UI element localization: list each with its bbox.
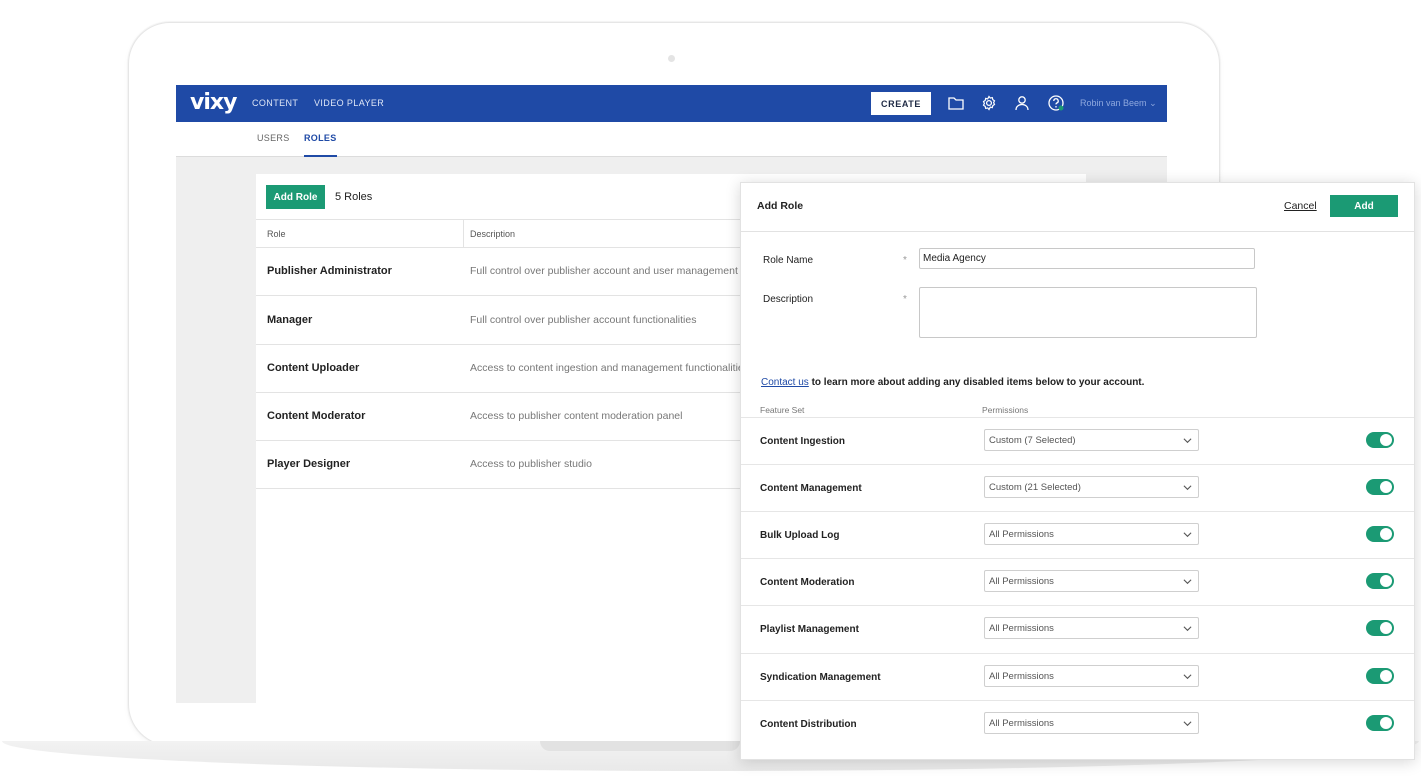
role-name-input[interactable]	[919, 248, 1255, 269]
permission-select[interactable]: All Permissions	[984, 617, 1199, 639]
role-description: Access to content ingestion and manageme…	[470, 362, 750, 374]
user-name: Robin van Beem	[1080, 98, 1147, 108]
permission-value: All Permissions	[989, 671, 1054, 682]
roles-count: 5 Roles	[335, 191, 373, 203]
feature-name: Content Moderation	[760, 577, 855, 588]
feature-toggle[interactable]	[1366, 668, 1394, 684]
permission-value: All Permissions	[989, 718, 1054, 729]
role-name: Manager	[267, 314, 313, 326]
permission-value: All Permissions	[989, 529, 1054, 540]
role-description: Full control over publisher account and …	[470, 265, 750, 277]
feature-name: Bulk Upload Log	[760, 530, 840, 541]
toggle-knob	[1380, 622, 1392, 634]
feature-name: Content Distribution	[760, 719, 857, 730]
feature-row-content-moderation: Content Moderation All Permissions	[741, 558, 1414, 606]
toggle-knob	[1380, 481, 1392, 493]
chevron-down-icon	[1183, 721, 1192, 727]
laptop-camera	[668, 55, 675, 62]
top-navigation-bar: vixy CONTENT VIDEO PLAYER CREATE Robin v…	[176, 85, 1167, 122]
toggle-knob	[1380, 575, 1392, 587]
feature-row-syndication-management: Syndication Management All Permissions	[741, 653, 1414, 701]
feature-row-content-ingestion: Content Ingestion Custom (7 Selected)	[741, 417, 1414, 465]
chevron-down-icon	[1183, 579, 1192, 585]
feature-toggle[interactable]	[1366, 432, 1394, 448]
feature-name: Playlist Management	[760, 624, 859, 635]
permission-value: Custom (7 Selected)	[989, 435, 1076, 446]
add-button[interactable]: Add	[1330, 195, 1398, 217]
user-menu[interactable]: Robin van Beem ⌄	[1080, 98, 1157, 109]
feature-toggle[interactable]	[1366, 715, 1394, 731]
contact-notice-text: to learn more about adding any disabled …	[808, 377, 1145, 388]
column-header-description: Description	[470, 229, 516, 239]
permission-select[interactable]: All Permissions	[984, 523, 1199, 545]
contact-us-link[interactable]: Contact us	[761, 377, 809, 388]
dialog-header: Add Role Cancel Add	[741, 183, 1414, 232]
toggle-knob	[1380, 434, 1392, 446]
role-name: Player Designer	[267, 458, 351, 470]
description-input[interactable]	[919, 287, 1257, 338]
contact-notice: Contact us to learn more about adding an…	[761, 377, 1144, 388]
laptop-notch	[540, 741, 740, 751]
dialog-title: Add Role	[757, 200, 804, 212]
folder-icon[interactable]	[947, 94, 965, 112]
chevron-down-icon	[1183, 674, 1192, 680]
cancel-button[interactable]: Cancel	[1284, 200, 1317, 212]
permission-value: All Permissions	[989, 576, 1054, 587]
nav-content[interactable]: CONTENT	[252, 98, 298, 108]
feature-name: Syndication Management	[760, 672, 881, 683]
feature-name: Content Management	[760, 483, 862, 494]
feature-name: Content Ingestion	[760, 436, 845, 447]
toggle-knob	[1380, 528, 1392, 540]
feature-row-content-distribution: Content Distribution All Permissions	[741, 700, 1414, 748]
required-mark: *	[903, 255, 907, 266]
user-icon[interactable]	[1013, 94, 1031, 112]
feature-row-content-management: Content Management Custom (21 Selected)	[741, 464, 1414, 512]
permission-select[interactable]: Custom (7 Selected)	[984, 429, 1199, 451]
toggle-knob	[1380, 717, 1392, 729]
permissions-header: Permissions	[982, 405, 1029, 415]
role-name: Publisher Administrator	[267, 265, 392, 277]
create-button[interactable]: CREATE	[871, 92, 931, 115]
feature-row-playlist-management: Playlist Management All Permissions	[741, 605, 1414, 653]
permission-select[interactable]: All Permissions	[984, 665, 1199, 687]
role-name: Content Moderator	[267, 410, 366, 422]
help-icon[interactable]	[1047, 94, 1065, 112]
toggle-knob	[1380, 670, 1392, 682]
feature-toggle[interactable]	[1366, 479, 1394, 495]
role-name-label: Role Name	[763, 255, 814, 266]
feature-toggle[interactable]	[1366, 573, 1394, 589]
feature-toggle[interactable]	[1366, 526, 1394, 542]
chevron-down-icon	[1183, 626, 1192, 632]
gear-icon[interactable]	[980, 94, 998, 112]
role-description: Access to publisher studio	[470, 458, 592, 470]
feature-toggle[interactable]	[1366, 620, 1394, 636]
vixy-logo[interactable]: vixy	[190, 90, 237, 115]
nav-video-player[interactable]: VIDEO PLAYER	[314, 98, 384, 108]
add-role-dialog: Add Role Cancel Add Role Name * Descript…	[740, 182, 1415, 760]
required-mark: *	[903, 294, 907, 305]
permission-value: All Permissions	[989, 623, 1054, 634]
description-label: Description	[763, 294, 814, 305]
sub-navigation: USERS ROLES	[176, 122, 1167, 157]
role-name: Content Uploader	[267, 362, 360, 374]
permission-select[interactable]: Custom (21 Selected)	[984, 476, 1199, 498]
permission-value: Custom (21 Selected)	[989, 482, 1081, 493]
role-description: Access to publisher content moderation p…	[470, 410, 683, 422]
feature-set-header: Feature Set	[760, 405, 805, 415]
tab-roles[interactable]: ROLES	[304, 133, 337, 157]
feature-row-bulk-upload-log: Bulk Upload Log All Permissions	[741, 511, 1414, 559]
column-header-role: Role	[267, 229, 286, 239]
permission-select[interactable]: All Permissions	[984, 712, 1199, 734]
chevron-down-icon	[1183, 532, 1192, 538]
column-divider	[463, 220, 464, 247]
add-role-button[interactable]: Add Role	[266, 185, 325, 209]
tab-users[interactable]: USERS	[257, 133, 290, 143]
chevron-down-icon: ⌄	[1149, 98, 1157, 108]
chevron-down-icon	[1183, 485, 1192, 491]
role-description: Full control over publisher account func…	[470, 314, 697, 326]
permission-select[interactable]: All Permissions	[984, 570, 1199, 592]
chevron-down-icon	[1183, 438, 1192, 444]
